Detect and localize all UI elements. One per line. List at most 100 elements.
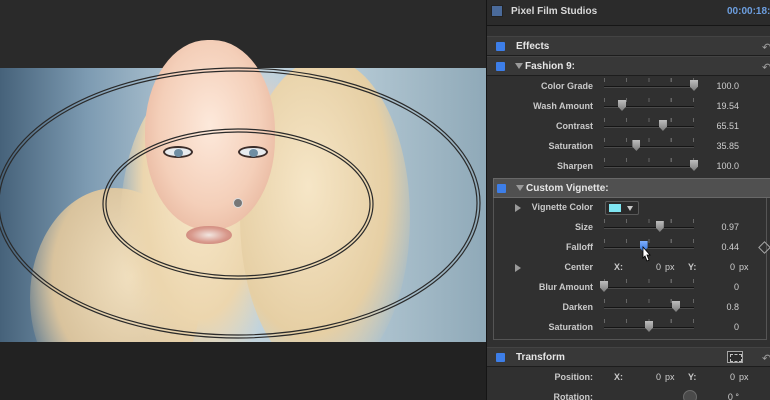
section-custom-vignette[interactable]: Custom Vignette: (493, 178, 770, 198)
slider-track[interactable] (604, 227, 694, 229)
slider-knob[interactable] (690, 160, 698, 171)
param-value[interactable]: 19.54 (716, 101, 739, 111)
section-effects[interactable]: Effects ↶ (487, 36, 770, 56)
x-label: X: (614, 372, 623, 382)
param-label: Saturation (548, 141, 593, 151)
param-value[interactable]: 0.8 (726, 302, 739, 312)
section-title: Custom Vignette: (526, 183, 609, 194)
app-title: Pixel Film Studios (511, 6, 598, 17)
slider-track[interactable] (604, 146, 694, 148)
disclosure-triangle-icon[interactable] (515, 204, 521, 212)
x-label: X: (614, 262, 623, 272)
rotation-dial[interactable] (683, 390, 697, 400)
param-row-center: Center X: 0 px Y: 0 px (487, 258, 770, 278)
disclosure-triangle-icon[interactable] (515, 63, 523, 69)
param-row-sharpen: Sharpen 100.0 (487, 157, 770, 177)
param-row-vignette-saturation: Saturation 0 (487, 318, 770, 338)
param-row-saturation: Saturation 35.85 (487, 137, 770, 157)
enable-checkbox[interactable] (496, 62, 505, 71)
eye-shape (238, 146, 268, 158)
y-label: Y: (688, 372, 697, 382)
x-value[interactable]: 0 (656, 372, 661, 382)
param-value[interactable]: 100.0 (716, 161, 739, 171)
slider-track[interactable] (604, 106, 694, 108)
y-value[interactable]: 0 (730, 262, 735, 272)
param-value[interactable]: 0 ° (728, 392, 739, 400)
param-row-size: Size 0.97 (487, 218, 770, 238)
param-value[interactable]: 35.85 (716, 141, 739, 151)
slider-track[interactable] (604, 307, 694, 309)
param-label: Saturation (548, 322, 593, 332)
enable-checkbox[interactable] (497, 184, 506, 193)
param-value[interactable]: 100.0 (716, 81, 739, 91)
slider-ticks (604, 98, 694, 102)
param-label: Blur Amount (538, 282, 593, 292)
keyframe-icon[interactable] (758, 241, 770, 254)
param-row-rotation: Rotation: 0 ° (487, 388, 770, 400)
param-value[interactable]: 0 (734, 322, 739, 332)
slider-ticks (604, 78, 694, 82)
mouse-pointer-icon (642, 246, 651, 262)
param-label: Size (574, 222, 593, 232)
slider-ticks (604, 138, 694, 142)
reset-icon[interactable]: ↶ (762, 61, 770, 74)
param-label: Rotation: (553, 392, 594, 400)
slider-ticks (604, 299, 694, 303)
lips-shape (186, 226, 232, 244)
slider-knob[interactable] (690, 80, 698, 91)
param-row-darken: Darken 0.8 (487, 298, 770, 318)
enable-checkbox[interactable] (496, 353, 505, 362)
param-row-position: Position: X: 0 px Y: 0 px (487, 368, 770, 388)
disclosure-triangle-icon[interactable] (515, 264, 521, 272)
param-label: Position: (554, 372, 594, 382)
vignette-center-handle[interactable] (233, 198, 243, 208)
color-well[interactable] (605, 201, 639, 215)
param-label: Falloff (566, 242, 593, 252)
slider-knob[interactable] (645, 321, 653, 332)
section-title: Fashion 9: (525, 61, 576, 72)
section-transform[interactable]: Transform ↶ (487, 347, 770, 367)
film-icon (491, 5, 503, 17)
chevron-down-icon[interactable] (627, 206, 633, 211)
viewer-toolbar-area (0, 342, 486, 400)
slider-ticks (604, 239, 694, 243)
slider-knob[interactable] (658, 120, 667, 131)
eye-shape (163, 146, 193, 158)
color-swatch (609, 204, 621, 212)
slider-ticks (604, 158, 694, 162)
param-value[interactable]: 65.51 (716, 121, 739, 131)
param-label: Center (564, 262, 593, 272)
section-title: Transform (516, 352, 565, 363)
param-label: Vignette Color (531, 202, 593, 212)
param-row-color-grade: Color Grade 100.0 (487, 77, 770, 97)
slider-track[interactable] (604, 126, 694, 128)
param-value[interactable]: 0.97 (721, 222, 739, 232)
slider-knob[interactable] (632, 140, 641, 151)
y-label: Y: (688, 262, 697, 272)
slider-track[interactable] (604, 166, 694, 168)
slider-track[interactable] (604, 287, 694, 289)
slider-knob[interactable] (655, 221, 664, 232)
enable-checkbox[interactable] (496, 42, 505, 51)
param-row-contrast: Contrast 65.51 (487, 117, 770, 137)
transform-overlay-icon[interactable] (727, 351, 743, 363)
reset-icon[interactable]: ↶ (762, 41, 770, 54)
param-value[interactable]: 0 (734, 282, 739, 292)
slider-knob[interactable] (618, 100, 626, 111)
timecode[interactable]: 00:00:18:0 (727, 6, 770, 17)
y-value[interactable]: 0 (730, 372, 735, 382)
slider-track[interactable] (604, 86, 694, 88)
y-unit: px (739, 262, 749, 272)
param-value[interactable]: 0.44 (721, 242, 739, 252)
reset-icon[interactable]: ↶ (762, 352, 770, 365)
disclosure-triangle-icon[interactable] (516, 185, 524, 191)
slider-knob[interactable] (600, 281, 608, 292)
param-label: Color Grade (540, 81, 593, 91)
x-unit: px (665, 372, 675, 382)
x-value[interactable]: 0 (656, 262, 661, 272)
param-label: Sharpen (556, 161, 593, 171)
section-fashion[interactable]: Fashion 9: ↶ (487, 56, 770, 76)
slider-knob[interactable] (672, 301, 680, 312)
slider-ticks (604, 279, 694, 283)
inspector-panel: Pixel Film Studios 00:00:18:0 Effects ↶ … (486, 0, 770, 400)
